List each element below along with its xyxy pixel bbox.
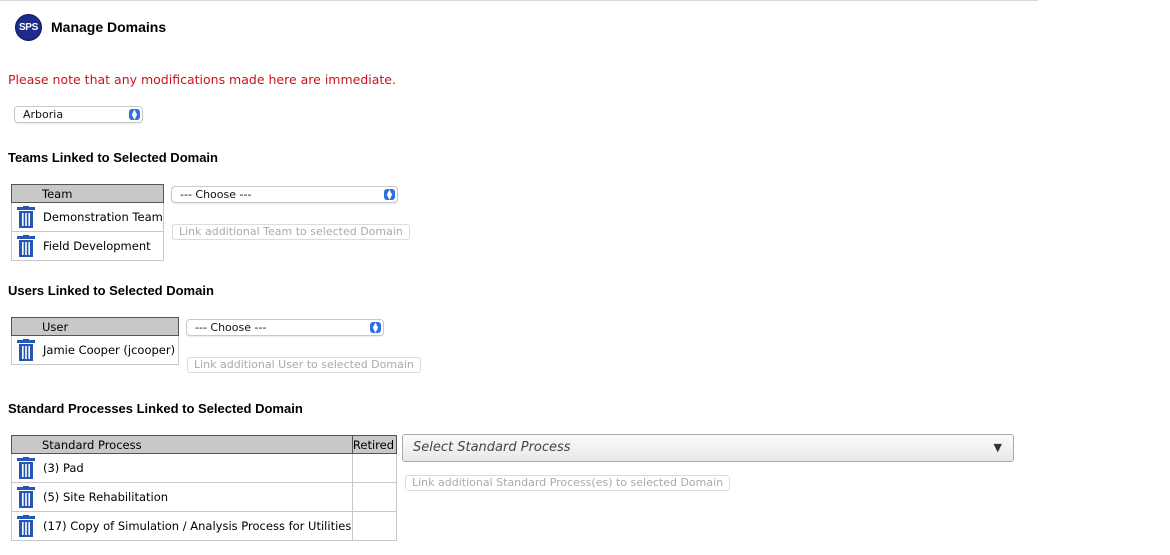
processes-section-title: Standard Processes Linked to Selected Do… [8,401,303,416]
standard-process-placeholder: Select Standard Process [413,440,571,455]
process-name: (5) Site Rehabilitation [43,490,169,504]
link-user-button[interactable]: Link additional User to selected Domain [187,357,421,373]
table-row: (5) Site Rehabilitation [11,482,398,512]
user-select-value: --- Choose --- [195,321,267,334]
retired-cell [351,453,398,483]
sps-logo: SPS [15,13,42,41]
retired-column-header: Retired [351,435,398,454]
process-column-header: Standard Process [11,435,353,454]
table-row: Field Development [11,231,164,261]
team-choose-select[interactable]: --- Choose --- ▲ ▼ [171,186,398,203]
users-section-title: Users Linked to Selected Domain [8,283,214,298]
table-row: Demonstration Team [11,202,164,232]
team-name: Demonstration Team [43,210,163,224]
caret-down-icon: ▼ [993,441,1002,454]
page-header: SPS Manage Domains [15,13,166,41]
process-name: (3) Pad [43,461,84,475]
teams-table: Team Demonstration Team Field Developmen… [11,184,164,261]
retired-cell [351,511,398,541]
updown-stepper-icon: ▲ ▼ [129,108,140,120]
processes-table: Standard Process Retired (3) Pad (5) Sit… [11,435,398,541]
updown-stepper-icon: ▲ ▼ [370,321,381,333]
page-title: Manage Domains [51,19,167,35]
table-row: Jamie Cooper (jcooper) [11,335,179,365]
team-select-value: --- Choose --- [180,188,252,201]
users-column-header: User [11,317,179,336]
standard-process-select[interactable]: Select Standard Process ▼ [402,434,1014,462]
trash-icon[interactable] [14,337,38,363]
trash-icon[interactable] [14,513,38,539]
immediate-changes-notice: Please note that any modifications made … [8,72,396,87]
trash-icon[interactable] [14,455,38,481]
table-row: (17) Copy of Simulation / Analysis Proce… [11,511,398,541]
teams-column-header: Team [11,184,164,203]
domain-select[interactable]: Arboria ▲ ▼ [14,106,143,123]
user-choose-select[interactable]: --- Choose --- ▲ ▼ [186,319,384,336]
trash-icon[interactable] [14,484,38,510]
updown-stepper-icon: ▲ ▼ [384,188,395,200]
link-process-button[interactable]: Link additional Standard Process(es) to … [405,475,731,491]
link-team-button[interactable]: Link additional Team to selected Domain [172,224,410,240]
trash-icon[interactable] [14,233,38,259]
teams-section-title: Teams Linked to Selected Domain [8,150,218,165]
top-divider [0,0,1038,1]
team-name: Field Development [43,239,151,253]
table-row: (3) Pad [11,453,398,483]
retired-cell [351,482,398,512]
user-name: Jamie Cooper (jcooper) [43,343,176,357]
trash-icon[interactable] [14,204,38,230]
domain-select-value: Arboria [23,108,64,121]
process-name: (17) Copy of Simulation / Analysis Proce… [43,519,352,533]
users-table: User Jamie Cooper (jcooper) [11,317,179,365]
